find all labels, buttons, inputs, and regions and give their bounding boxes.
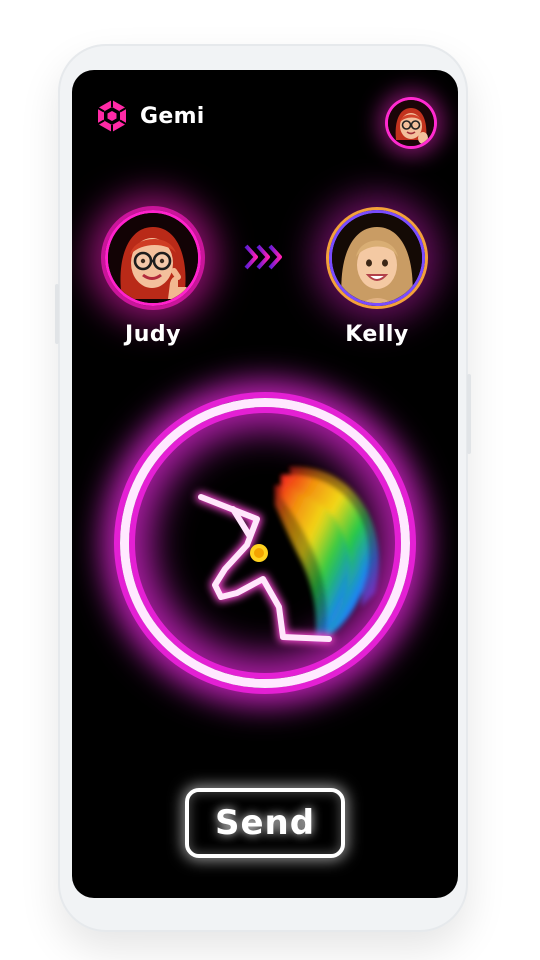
profile-avatar-button[interactable] — [388, 100, 434, 146]
sender-name: Judy — [125, 322, 181, 347]
triple-chevron-right-icon — [242, 240, 288, 278]
phone-side-button — [467, 374, 471, 454]
send-button[interactable]: Send — [185, 788, 345, 858]
app-screen: Gemi Judy Kelly Send — [72, 70, 458, 898]
receiver-name: Kelly — [345, 322, 409, 347]
sender-avatar-ring — [105, 210, 201, 306]
receiver-avatar-ring — [329, 210, 425, 306]
receiver-avatar[interactable] — [329, 210, 425, 306]
receiver-user[interactable]: Kelly — [302, 210, 452, 347]
memoji-red-hair-icon — [388, 100, 434, 146]
gift-unicorn-button[interactable] — [120, 398, 410, 688]
sender-user[interactable]: Judy — [78, 210, 228, 347]
phone-side-button — [55, 284, 59, 344]
sender-avatar[interactable] — [105, 210, 201, 306]
app-logo: Gemi — [94, 98, 205, 134]
memoji-blonde-icon — [332, 213, 422, 303]
app-name: Gemi — [140, 103, 205, 129]
cube-hex-icon — [94, 98, 130, 134]
send-button-label: Send — [214, 803, 316, 843]
memoji-red-hair-glasses-icon — [108, 213, 198, 303]
neon-unicorn-icon — [196, 466, 379, 644]
